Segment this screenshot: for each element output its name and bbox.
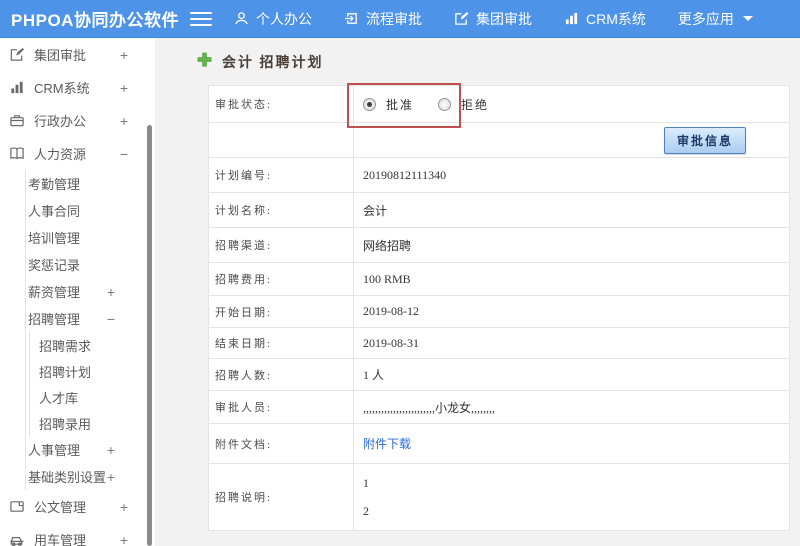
expand-toggle[interactable]: + [107, 442, 115, 458]
field-label: 计划名称: [208, 192, 354, 228]
approval-button-row: 审批信息 [208, 122, 790, 158]
briefcase-icon [9, 113, 26, 128]
sidebar-item-base-category[interactable]: 基础类别设置 + [26, 463, 155, 490]
sidebar-item-training[interactable]: 培训管理 [26, 224, 155, 251]
collapse-toggle[interactable]: − [120, 146, 128, 162]
sidebar-item-personnel-mgmt[interactable]: 人事管理 + [26, 436, 155, 463]
expand-toggle[interactable]: + [120, 80, 128, 96]
sidebar-scrollbar[interactable] [147, 125, 152, 546]
field-label: 审批状态: [208, 85, 354, 123]
sidebar-item-recruit-hire[interactable]: 招聘录用 [30, 410, 155, 436]
approval-radio-group: 批准 拒绝 [363, 96, 789, 113]
field-value: 20190812111340 [353, 157, 790, 193]
sidebar-item-admin-office[interactable]: 行政办公 + [0, 104, 155, 137]
menu-toggle-icon[interactable] [190, 8, 212, 30]
table-row: 审批人员: ,,,,,,,,,,,,,,,,,,,,,,,,小龙女,,,,,,,, [208, 390, 790, 424]
caret-down-icon [742, 16, 753, 21]
bar-chart-icon [9, 80, 26, 95]
approval-info-button[interactable]: 审批信息 [663, 126, 746, 154]
field-value: 2019-08-31 [353, 327, 790, 359]
field-label: 招聘渠道: [208, 227, 354, 263]
field-label: 招聘人数: [208, 358, 354, 391]
table-row: 结束日期: 2019-08-31 [208, 327, 790, 359]
add-plus-icon[interactable] [197, 52, 212, 72]
hr-submenu: 考勤管理 人事合同 培训管理 奖惩记录 薪资管理 + 招聘管理 − 招聘需求 招… [25, 170, 155, 490]
reject-radio[interactable] [438, 97, 452, 111]
sidebar-item-hr[interactable]: 人力资源 − [0, 137, 155, 170]
sidebar-item-recruit-demand[interactable]: 招聘需求 [30, 332, 155, 358]
field-label: 结束日期: [208, 327, 354, 359]
nav-group-approval[interactable]: 集团审批 [454, 9, 532, 29]
book-icon [9, 146, 26, 161]
attachment-download-link[interactable]: 附件下载 [363, 437, 411, 451]
expand-toggle[interactable]: + [120, 47, 128, 63]
table-row: 计划名称: 会计 [208, 192, 790, 228]
table-row: 招聘费用: 100 RMB [208, 262, 790, 296]
workflow-icon [344, 11, 359, 26]
document-icon [9, 499, 26, 514]
car-icon [9, 532, 26, 546]
expand-toggle[interactable]: + [120, 499, 128, 515]
field-label: 计划编号: [208, 157, 354, 193]
field-label: 审批人员: [208, 390, 354, 424]
field-label: 开始日期: [208, 295, 354, 328]
field-value: ,,,,,,,,,,,,,,,,,,,,,,,,小龙女,,,,,,,, [353, 390, 790, 424]
nav-workflow-approval[interactable]: 流程审批 [344, 9, 422, 29]
sidebar-item-rewards[interactable]: 奖惩记录 [26, 251, 155, 278]
field-label: 招聘说明: [208, 463, 354, 531]
expand-toggle[interactable]: + [107, 469, 115, 485]
top-nav: 个人办公 流程审批 集团审批 CRM系统 更多应用 [234, 9, 753, 29]
page-title: 会计 招聘计划 [197, 52, 324, 72]
expand-toggle[interactable]: + [107, 284, 115, 300]
collapse-toggle[interactable]: − [107, 311, 115, 327]
sidebar-item-recruit-plan[interactable]: 招聘计划 [30, 358, 155, 384]
sidebar-item-hr-contract[interactable]: 人事合同 [26, 197, 155, 224]
table-row: 招聘人数: 1 人 [208, 358, 790, 391]
approve-radio[interactable] [363, 97, 376, 111]
recruit-plan-form: 审批状态: 批准 拒绝 审批信息 计划编号: 20190812111340 计划名… [208, 85, 790, 531]
app-title: PHPOA协同办公软件 [11, 11, 179, 30]
table-row: 开始日期: 2019-08-12 [208, 295, 790, 328]
sidebar: 集团审批 + CRM系统 + 行政办公 + 人力资源 − 考勤管理 人事合同 培… [0, 38, 155, 546]
field-value: 网络招聘 [353, 227, 790, 263]
sidebar-item-salary[interactable]: 薪资管理 + [26, 278, 155, 305]
memo-line: 2 [363, 504, 369, 518]
sidebar-item-attendance[interactable]: 考勤管理 [26, 170, 155, 197]
sidebar-item-recruit-mgmt[interactable]: 招聘管理 − [26, 305, 155, 332]
user-icon [234, 11, 249, 26]
nav-personal-office[interactable]: 个人办公 [234, 9, 312, 29]
field-label: 附件文档: [208, 423, 354, 464]
top-navbar: PHPOA协同办公软件 个人办公 流程审批 集团审批 CRM系统 更多应用 [0, 0, 800, 38]
nav-more-apps[interactable]: 更多应用 [678, 9, 753, 29]
memo-line: 1 [363, 476, 369, 490]
edit-icon [454, 11, 469, 26]
approval-status-row: 审批状态: 批准 拒绝 [208, 85, 790, 123]
main-content: 会计 招聘计划 审批状态: 批准 拒绝 审批信息 计划编号: 2019081211… [155, 38, 800, 546]
memo-row: 招聘说明: 1 2 [208, 463, 790, 531]
sidebar-item-talent-pool[interactable]: 人才库 [30, 384, 155, 410]
expand-toggle[interactable]: + [120, 113, 128, 129]
table-row: 计划编号: 20190812111340 [208, 157, 790, 193]
recruit-submenu: 招聘需求 招聘计划 人才库 招聘录用 [29, 332, 155, 436]
sidebar-item-group-approval[interactable]: 集团审批 + [0, 38, 155, 71]
sidebar-item-vehicle-mgmt[interactable]: 用车管理 + [0, 523, 155, 546]
sidebar-item-crm[interactable]: CRM系统 + [0, 71, 155, 104]
field-value: 会计 [353, 192, 790, 228]
field-value: 1 人 [353, 358, 790, 391]
attachment-row: 附件文档: 附件下载 [208, 423, 790, 464]
bar-chart-icon [564, 11, 579, 26]
edit-icon [9, 47, 26, 62]
field-value: 2019-08-12 [353, 295, 790, 328]
nav-crm-system[interactable]: CRM系统 [564, 9, 646, 29]
field-label: 招聘费用: [208, 262, 354, 296]
sidebar-item-document-mgmt[interactable]: 公文管理 + [0, 490, 155, 523]
field-value: 100 RMB [353, 262, 790, 296]
table-row: 招聘渠道: 网络招聘 [208, 227, 790, 263]
expand-toggle[interactable]: + [120, 532, 128, 546]
